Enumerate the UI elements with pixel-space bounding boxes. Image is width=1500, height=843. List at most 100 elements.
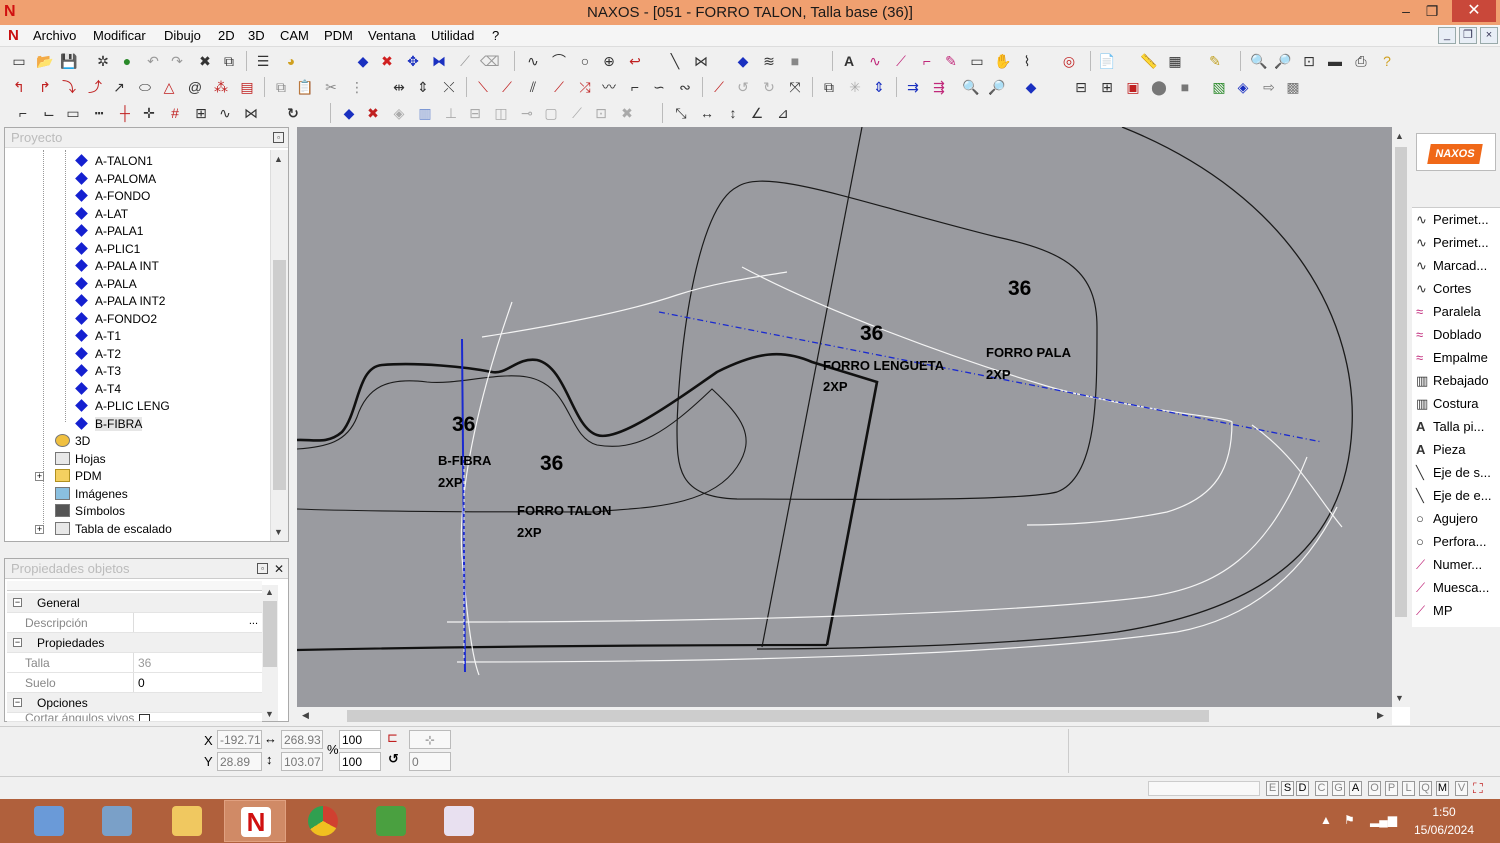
cmd-marcado[interactable]: ∿ Marcad...	[1416, 258, 1487, 280]
target-icon[interactable]: ◎	[1060, 52, 1078, 70]
mdi-close-button[interactable]: ×	[1480, 27, 1498, 44]
tree-item-a-plic1[interactable]: A-PLIC1	[75, 242, 140, 259]
line-icon[interactable]: ╲	[666, 52, 684, 70]
menu-utilidad[interactable]: Utilidad	[431, 28, 474, 43]
box-icon[interactable]: ⊡	[592, 104, 610, 122]
mdi-minimize-button[interactable]: _	[1438, 27, 1456, 44]
taskbar-naxos[interactable]: N	[224, 800, 286, 842]
tree-item-a-fondo[interactable]: A-FONDO	[75, 189, 150, 206]
hash-icon[interactable]: #	[166, 104, 184, 122]
cmd-eje-estirado[interactable]: ╲ Eje de e...	[1416, 488, 1492, 510]
tree-item-a-t4[interactable]: A-T4	[75, 382, 121, 399]
split-v-icon[interactable]: ◫	[492, 104, 510, 122]
info-icon[interactable]: ●	[118, 52, 136, 70]
print-icon[interactable]: ⎙	[1352, 52, 1370, 70]
cmd-pieza[interactable]: A Pieza	[1416, 442, 1466, 464]
scroll-thumb[interactable]	[263, 601, 277, 667]
collapse-icon[interactable]: −	[13, 598, 22, 607]
piece-edit-icon[interactable]: ◆	[340, 104, 358, 122]
point-icon[interactable]: ⊕	[600, 52, 618, 70]
prop-group-propiedades[interactable]: − Propiedades	[7, 633, 262, 653]
table-icon[interactable]: ▤	[238, 78, 256, 96]
page-icon[interactable]: 📄	[1098, 52, 1116, 70]
tree-item-a-pala1[interactable]: A-PALA1	[75, 224, 143, 241]
angle-icon[interactable]: ∠	[748, 104, 766, 122]
cmd-paralela[interactable]: ≈ Paralela	[1416, 304, 1481, 326]
measure-icon[interactable]: ⟋	[456, 52, 474, 70]
curve-icon[interactable]: ∿	[524, 52, 542, 70]
pattern-canvas[interactable]: 36 36 36 36 FORRO PALA 2XP FORRO LENGUET…	[296, 126, 1392, 707]
zigzag-icon[interactable]: ≋	[760, 52, 778, 70]
tree-item-a-lat[interactable]: A-LAT	[75, 207, 128, 224]
system-clock[interactable]: 1:50 15/06/2024	[1404, 803, 1484, 839]
ruler-icon[interactable]: 📏	[1140, 52, 1158, 70]
tree-item-simbolos[interactable]: Símbolos	[55, 504, 125, 521]
knife-icon[interactable]: ⟋	[710, 78, 728, 96]
align-left-icon[interactable]: ⊏	[387, 730, 398, 746]
status-e[interactable]: E	[1266, 781, 1279, 796]
rotation-field[interactable]: 0	[409, 752, 451, 771]
scroll-down-icon[interactable]: ▼	[1395, 693, 1404, 703]
undo-icon[interactable]: ↶	[144, 52, 162, 70]
piece-icon[interactable]: ◆	[1022, 78, 1040, 96]
status-p[interactable]: P	[1385, 781, 1398, 796]
step-icon[interactable]: ⌐	[626, 78, 644, 96]
offset-2-icon[interactable]: ⫽	[524, 78, 542, 96]
rotate-r-icon[interactable]: ↻	[760, 78, 778, 96]
save-icon[interactable]: 💾	[60, 52, 78, 70]
select-icon[interactable]: ◆	[354, 52, 372, 70]
arc-icon[interactable]: ⌒	[550, 52, 568, 70]
path-icon[interactable]: ⟋	[568, 104, 586, 122]
tree-item-a-t1[interactable]: A-T1	[75, 329, 121, 346]
grid-toggle-icon[interactable]: ⊹	[409, 730, 451, 749]
cmd-numeracion[interactable]: ⟋ Numer...	[1416, 557, 1482, 579]
split-h-icon[interactable]: ⊟	[466, 104, 484, 122]
cmd-cortes[interactable]: ∿ Cortes	[1416, 281, 1471, 303]
help-icon[interactable]: ?	[1378, 52, 1396, 70]
image-icon[interactable]: ▧	[1210, 78, 1228, 96]
frame-icon[interactable]: ▢	[542, 104, 560, 122]
scroll-thumb[interactable]	[273, 260, 286, 490]
scatter-icon[interactable]: ⁂	[212, 78, 230, 96]
taskbar-explorer-files[interactable]	[86, 800, 148, 842]
collapse-icon[interactable]: −	[13, 698, 22, 707]
node-icon[interactable]: ⋈	[692, 52, 710, 70]
menu-ventana[interactable]: Ventana	[368, 28, 416, 43]
x-icon[interactable]: ✖	[618, 104, 636, 122]
diag-icon[interactable]: ⤡	[672, 104, 690, 122]
arrows-v-icon[interactable]: ⇕	[870, 78, 888, 96]
height-field[interactable]: 103.07	[281, 752, 323, 771]
align-icon[interactable]: ⊟	[1072, 78, 1090, 96]
window-icon[interactable]: ▣	[1124, 78, 1142, 96]
tree-item-a-paloma[interactable]: A-PALOMA	[75, 172, 156, 189]
corner-tool-icon[interactable]: ⌐	[918, 52, 936, 70]
scroll-up-icon[interactable]: ▲	[265, 587, 274, 597]
refresh-icon[interactable]: ↻	[284, 104, 302, 122]
settings-icon[interactable]: ✲	[94, 52, 112, 70]
cortar-checkbox[interactable]	[139, 714, 150, 721]
notch-icon[interactable]: ┼	[116, 104, 134, 122]
menu-dibujo[interactable]: Dibujo	[164, 28, 201, 43]
tray-network-icon[interactable]: ▂▄▆	[1370, 813, 1397, 827]
properties-pin-button[interactable]: ▫	[257, 563, 268, 574]
scroll-thumb[interactable]	[347, 710, 1209, 722]
pen-tool-icon[interactable]: ✎	[942, 52, 960, 70]
db-icon[interactable]: ▥	[416, 104, 434, 122]
tree-item-b-fibra[interactable]: B-FIBRA	[75, 417, 143, 434]
mdi-restore-button[interactable]: ❐	[1459, 27, 1477, 44]
project-scrollbar[interactable]: ▲ ▼	[270, 150, 288, 541]
taskbar-chrome[interactable]	[292, 800, 354, 842]
y-coord-field[interactable]: 28.89	[217, 752, 262, 771]
menu-archivo[interactable]: Archivo	[33, 28, 76, 43]
tree-item-a-fondo2[interactable]: A-FONDO2	[75, 312, 157, 329]
text-tool-icon[interactable]: A	[840, 52, 858, 70]
zoom-2-icon[interactable]: 🔍	[962, 78, 980, 96]
width-field[interactable]: 268.93	[281, 730, 323, 749]
scroll-left-icon[interactable]: ◀	[302, 710, 309, 721]
menu-cam[interactable]: CAM	[280, 28, 309, 43]
arc-3-icon[interactable]: ⤵	[60, 78, 78, 96]
cmd-rebajado[interactable]: ▥ Rebajado	[1416, 373, 1489, 395]
piece-copy-icon[interactable]: ◈	[390, 104, 408, 122]
status-a[interactable]: A	[1349, 781, 1362, 796]
fill-icon[interactable]: ■	[786, 52, 804, 70]
